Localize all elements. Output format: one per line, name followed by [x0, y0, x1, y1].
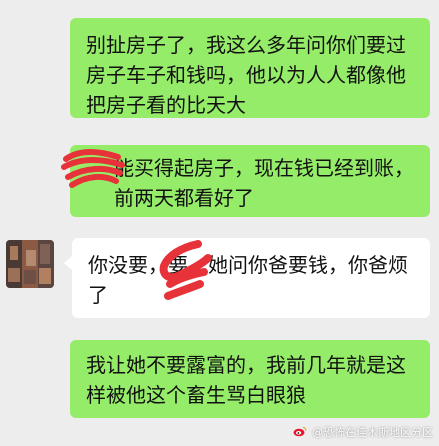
bubble-tail	[64, 256, 72, 270]
message-text: 别扯房子了，我这么多年问你们要过房子车子和钱吗，他以为人人都像他把房子看的比天大	[86, 33, 406, 117]
outgoing-message-bubble[interactable]: 我让她不要露富的，我前几年就是这样被他这个畜生骂白眼狼	[70, 340, 430, 418]
watermark-text: @恐怖在佳木斯地区分区	[312, 426, 433, 439]
avatar-image	[6, 240, 54, 288]
message-text: 你没要，要，她问你爸要钱，你爸烦了	[88, 253, 408, 307]
message-text: 我让她不要露富的，我前几年就是这样被他这个畜生骂白眼狼	[86, 353, 406, 407]
outgoing-message-bubble[interactable]: 别扯房子了，我这么多年问你们要过房子车子和钱吗，他以为人人都像他把房子看的比天大	[70, 18, 430, 118]
message-text: 能买得起房子，现在钱已经到账，前两天都看好了	[114, 156, 414, 210]
contact-avatar[interactable]	[6, 240, 54, 288]
watermark: @恐怖在佳木斯地区分区	[293, 424, 433, 440]
incoming-message-bubble[interactable]: 你没要，要，她问你爸要钱，你爸烦了	[72, 238, 430, 318]
outgoing-message-bubble[interactable]: 能买得起房子，现在钱已经到账，前两天都看好了	[70, 145, 430, 217]
chat-window: 别扯房子了，我这么多年问你们要过房子车子和钱吗，他以为人人都像他把房子看的比天大…	[0, 0, 439, 446]
weibo-icon	[293, 426, 306, 437]
